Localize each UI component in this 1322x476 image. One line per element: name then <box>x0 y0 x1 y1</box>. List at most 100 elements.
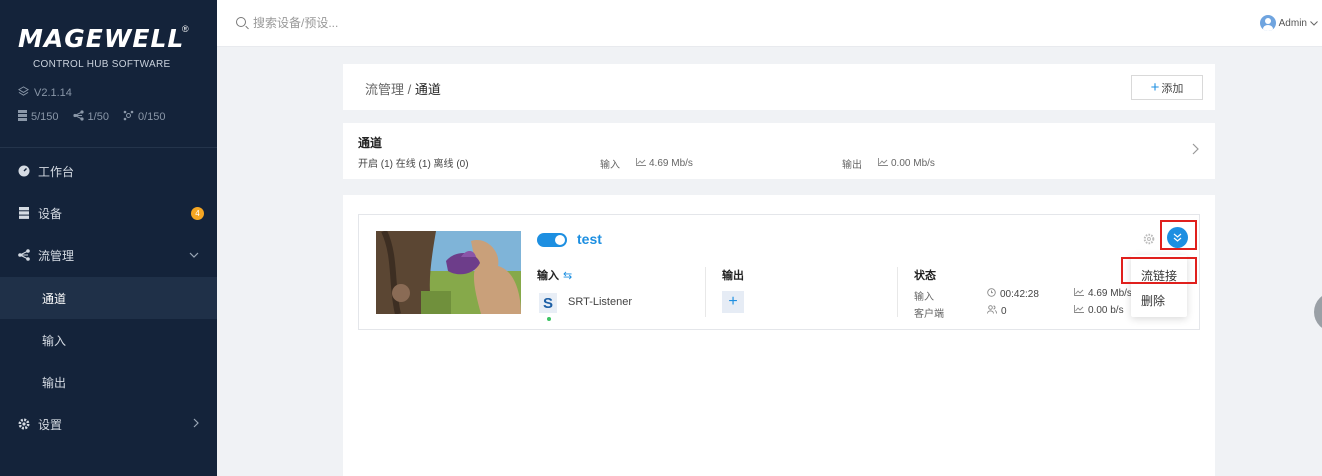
status-input-label: 输入 <box>914 292 934 303</box>
summary-title: 通道 <box>358 136 383 150</box>
breadcrumb-separator: / <box>407 82 412 97</box>
version-info: V2.1.14 <box>18 86 72 100</box>
summary-output-label: 输出 <box>842 160 862 171</box>
column-divider <box>897 267 898 317</box>
gear-icon <box>18 418 30 430</box>
summary-input-rate-group: 4.69 Mb/s <box>636 156 693 171</box>
server-icon <box>18 110 27 124</box>
summary-input-label: 输入 <box>600 160 620 171</box>
sidebar-item-devices[interactable]: 设备 4 <box>0 192 217 234</box>
status-column-title: 状态 <box>914 270 936 282</box>
sidebar-item-stream-management[interactable]: 流管理 <box>0 234 217 276</box>
user-name: Admin <box>1278 17 1307 29</box>
online-status-dot <box>547 317 551 321</box>
stat-devices-value: 5/150 <box>31 111 59 123</box>
channel-name[interactable]: test <box>577 231 602 247</box>
srt-icon: S <box>539 293 557 313</box>
user-menu[interactable]: Admin <box>1259 15 1318 31</box>
chevron-down-icon <box>189 250 199 261</box>
column-divider <box>705 267 706 317</box>
breadcrumb: 流管理 / 通道 <box>365 79 441 98</box>
chevron-right-icon[interactable] <box>1192 142 1199 158</box>
status-input-time-value: 00:42:28 <box>1000 288 1039 300</box>
settings-gear-icon[interactable] <box>1142 232 1156 246</box>
layers-icon <box>18 86 29 100</box>
add-output-button[interactable]: + <box>722 291 744 313</box>
sidebar-divider <box>0 147 217 148</box>
input-source-name: SRT-Listener <box>568 296 632 308</box>
add-button[interactable]: + 添加 <box>1131 75 1203 100</box>
network-icon <box>72 110 84 124</box>
version-text: V2.1.14 <box>34 87 72 99</box>
chart-icon <box>878 158 888 169</box>
avatar <box>1259 15 1276 31</box>
breadcrumb-parent[interactable]: 流管理 <box>365 82 404 97</box>
stat-network-value: 1/50 <box>87 111 109 123</box>
sidebar-item-settings[interactable]: 设置 <box>0 403 217 445</box>
sidebar-item-output[interactable]: 输出 <box>0 361 217 403</box>
sidebar-item-channels[interactable]: 通道 <box>0 277 217 319</box>
chevron-down-icon <box>1310 18 1318 29</box>
floating-action-button[interactable] <box>1314 292 1322 332</box>
summary-output: 输出 0.00 Mb/s <box>842 156 935 171</box>
status-client-rate: 0.00 b/s <box>1074 305 1124 316</box>
summary-input: 输入 4.69 Mb/s <box>600 156 693 171</box>
sidebar-item-dashboard[interactable]: 工作台 <box>0 150 217 192</box>
input-column-title: 输入 ⇆ <box>537 267 572 283</box>
search-icon <box>236 17 246 27</box>
summary-output-rate: 0.00 Mb/s <box>891 158 935 169</box>
network-icon <box>18 249 30 261</box>
plus-icon: + <box>1150 79 1160 96</box>
status-input-time: 00:42:28 <box>987 288 1039 300</box>
highlight-box <box>1160 220 1197 250</box>
dropdown-item-delete[interactable]: 删除 <box>1141 292 1165 309</box>
sidebar-item-input[interactable]: 输入 <box>0 319 217 361</box>
status-input-rate-value: 4.69 Mb/s <box>1088 288 1132 299</box>
sidebar-item-label: 输入 <box>42 333 67 348</box>
logo-registered-mark: ® <box>182 24 189 34</box>
input-column-label: 输入 <box>537 270 559 282</box>
status-client-count: 0 <box>987 305 1007 317</box>
chart-icon <box>1074 305 1084 316</box>
summary-counts: 开启 (1) 在线 (1) 离线 (0) <box>358 159 469 170</box>
breadcrumb-current: 通道 <box>414 82 441 97</box>
output-column-title: 输出 <box>722 270 744 282</box>
logo: MAGEWELL <box>18 24 184 53</box>
clock-icon <box>987 288 996 300</box>
share-icon <box>123 110 134 124</box>
stat-share-value: 0/150 <box>137 111 166 123</box>
users-icon <box>987 305 997 317</box>
channel-card: test 输入 ⇆ S SRT-Listener 输出 + 状态 输入 00:42… <box>358 214 1200 330</box>
sidebar-item-label: 输出 <box>42 375 67 390</box>
sidebar: MAGEWELL ® CONTROL HUB SOFTWARE V2.1.14 … <box>0 0 217 476</box>
highlight-box <box>1121 257 1197 284</box>
summary-input-rate: 4.69 Mb/s <box>649 158 693 169</box>
devices-count-badge: 4 <box>191 206 204 220</box>
logo-text: MAGEWELL <box>18 24 185 53</box>
stat-share: 0/150 <box>123 110 166 124</box>
sidebar-item-label: 通道 <box>42 291 67 306</box>
channel-summary-card[interactable]: 通道 开启 (1) 在线 (1) 离线 (0) 输入 4.69 Mb/s 输出 … <box>343 123 1215 179</box>
top-bar: Admin <box>217 0 1322 47</box>
chevron-right-icon <box>193 418 199 431</box>
search-input[interactable] <box>253 14 493 32</box>
sidebar-stats: 5/150 1/50 0/150 <box>18 110 165 124</box>
sidebar-item-label: 流管理 <box>38 248 75 263</box>
chart-icon <box>636 158 646 169</box>
stat-devices: 5/150 <box>18 110 59 124</box>
swap-icon[interactable]: ⇆ <box>563 270 572 282</box>
add-button-label: 添加 <box>1161 82 1184 95</box>
sidebar-item-label: 设置 <box>38 417 63 432</box>
breadcrumb-card: 流管理 / 通道 + 添加 <box>343 64 1215 110</box>
status-client-label: 客户端 <box>914 309 944 320</box>
chart-icon <box>1074 288 1084 299</box>
status-input-rate: 4.69 Mb/s <box>1074 288 1132 299</box>
status-client-rate-value: 0.00 b/s <box>1088 305 1124 316</box>
sidebar-item-label: 工作台 <box>38 164 75 179</box>
channel-enable-toggle[interactable] <box>537 233 567 247</box>
channel-preview-thumbnail[interactable] <box>376 231 521 314</box>
stat-network: 1/50 <box>72 110 109 124</box>
status-client-count-value: 0 <box>1001 305 1007 317</box>
summary-output-rate-group: 0.00 Mb/s <box>878 156 935 171</box>
logo-subtitle: CONTROL HUB SOFTWARE <box>33 59 171 70</box>
